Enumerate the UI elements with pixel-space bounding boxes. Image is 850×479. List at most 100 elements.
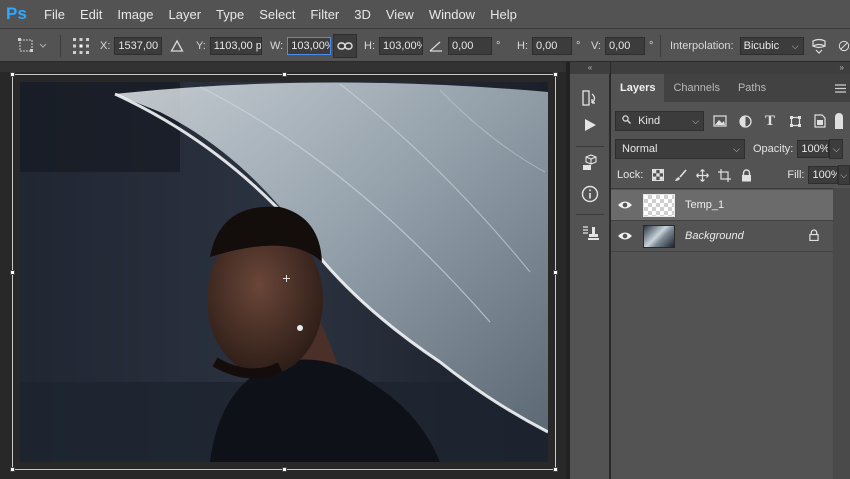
cancel-transform-icon[interactable] [838, 37, 850, 55]
rotation-unit: ° [496, 40, 501, 52]
h-label: H: [364, 40, 375, 52]
visibility-eye-icon[interactable] [611, 231, 639, 241]
panel-menu-icon[interactable] [830, 74, 850, 102]
tab-channels[interactable]: Channels [664, 74, 728, 102]
y-input[interactable]: 1103,00 px [209, 37, 262, 55]
reference-point-icon[interactable] [70, 37, 92, 55]
rotation-input[interactable]: 0,00 [448, 37, 492, 55]
transform-handle-bottom-right[interactable] [553, 467, 558, 472]
layers-scrollbar[interactable] [833, 188, 850, 479]
transform-tool-preset-icon[interactable] [16, 37, 50, 55]
fill-input[interactable]: 100% [808, 166, 838, 184]
transform-handle-bottom-left[interactable] [10, 467, 15, 472]
panel-collapse-bar[interactable]: » [611, 62, 850, 74]
menu-help[interactable]: Help [490, 5, 517, 24]
menu-select[interactable]: Select [259, 5, 295, 24]
visibility-eye-icon[interactable] [611, 200, 639, 210]
x-input[interactable]: 1537,00 px [114, 37, 163, 55]
transform-handle-top[interactable] [282, 72, 287, 77]
menu-file[interactable]: File [44, 5, 65, 24]
h-input[interactable]: 103,00% [379, 37, 423, 55]
3d-icon[interactable] [580, 154, 600, 174]
layer-name[interactable]: Temp_1 [685, 199, 724, 211]
x-position: X: 1537,00 px [100, 37, 163, 55]
tab-paths[interactable]: Paths [729, 74, 775, 102]
actions-play-icon[interactable] [580, 117, 600, 137]
opacity-input[interactable]: 100% [797, 140, 830, 158]
separator [660, 35, 661, 57]
interpolation: Interpolation: Bicubic ⌵ [670, 37, 804, 55]
transform-handle-left[interactable] [10, 270, 15, 275]
photoshop-logo: Ps [6, 4, 27, 23]
lock-position-icon[interactable] [695, 167, 709, 183]
vertical-skew: V: 0,00 ° [591, 37, 653, 55]
width-scale: W: 103,00% [270, 37, 332, 55]
clone-source-icon[interactable] [580, 224, 600, 244]
x-label: X: [100, 40, 111, 52]
vskew-label: V: [591, 40, 601, 52]
blend-mode-select[interactable]: Normal ⌵ [615, 139, 745, 159]
interpolation-label: Interpolation: [670, 40, 734, 52]
lock-image-pixels-icon[interactable] [673, 167, 687, 183]
filter-kind-value: Kind [638, 115, 661, 127]
lock-fill-row: Lock: Fill: 100% ⌵ [611, 162, 850, 188]
chevron-down-icon: ⌵ [733, 144, 740, 154]
y-label: Y: [196, 40, 206, 52]
layer-row-background[interactable]: Background [611, 221, 833, 252]
fill-label: Fill: [787, 169, 805, 181]
warp-mode-icon[interactable] [808, 37, 830, 55]
opacity-dropdown[interactable]: ⌵ [829, 139, 844, 159]
interpolation-select[interactable]: Bicubic ⌵ [739, 37, 804, 55]
opacity-label: Opacity: [753, 143, 794, 155]
layer-locked-icon[interactable] [809, 228, 819, 244]
options-bar: X: 1537,00 px Y: 1103,00 px W: 103,00% H… [0, 28, 850, 62]
history-icon[interactable] [580, 89, 600, 109]
menu-view[interactable]: View [386, 5, 414, 24]
w-input[interactable]: 103,00% [287, 37, 332, 55]
filter-adjustment-icon[interactable] [736, 112, 754, 130]
fill-dropdown[interactable]: ⌵ [837, 165, 850, 185]
menu-layer[interactable]: Layer [169, 5, 202, 24]
lock-artboard-icon[interactable] [717, 167, 731, 183]
filter-shape-icon[interactable] [786, 112, 804, 130]
filter-type-icon[interactable]: T [761, 112, 779, 130]
filter-smart-object-icon[interactable] [811, 112, 829, 130]
angle-icon [428, 40, 444, 52]
separator [60, 35, 61, 57]
menu-image[interactable]: Image [117, 5, 153, 24]
transform-handle-top-left[interactable] [10, 72, 15, 77]
vskew-unit: ° [649, 40, 654, 52]
layers-panel: » Layers Channels Paths Kind ⌵ T Normal … [611, 62, 850, 479]
vskew-input[interactable]: 0,00 [605, 37, 645, 55]
separator [576, 214, 604, 215]
lock-all-icon[interactable] [739, 167, 753, 183]
layer-row-temp[interactable]: Temp_1 [611, 190, 833, 221]
search-icon [622, 115, 634, 127]
layer-name[interactable]: Background [685, 230, 744, 242]
relative-position-icon[interactable] [168, 37, 186, 55]
link-icon[interactable] [333, 34, 357, 58]
transform-handle-bottom[interactable] [282, 467, 287, 472]
info-icon[interactable] [580, 185, 600, 205]
tab-layers[interactable]: Layers [611, 74, 665, 102]
menu-filter[interactable]: Filter [310, 5, 339, 24]
menu-3d[interactable]: 3D [354, 5, 371, 24]
collapse-arrows-icon[interactable]: « [570, 62, 610, 74]
chevron-down-icon: ⌵ [840, 170, 848, 180]
expand-arrows-icon[interactable]: » [840, 62, 844, 74]
interpolation-value: Bicubic [743, 40, 780, 52]
menu-type[interactable]: Type [216, 5, 244, 24]
filter-toggle-icon[interactable] [835, 113, 843, 129]
menu-window[interactable]: Window [429, 5, 475, 24]
hskew-input[interactable]: 0,00 [532, 37, 572, 55]
transform-handle-right[interactable] [553, 270, 558, 275]
document-canvas[interactable] [0, 62, 566, 479]
filter-pixel-icon[interactable] [711, 112, 729, 130]
collapsed-panel-dock: « [570, 62, 610, 479]
panel-tabs: Layers Channels Paths [611, 74, 850, 102]
menu-edit[interactable]: Edit [80, 5, 102, 24]
separator [576, 146, 604, 147]
lock-transparent-pixels-icon[interactable] [651, 167, 665, 183]
transform-handle-top-right[interactable] [553, 72, 558, 77]
filter-kind-select[interactable]: Kind ⌵ [615, 111, 704, 131]
